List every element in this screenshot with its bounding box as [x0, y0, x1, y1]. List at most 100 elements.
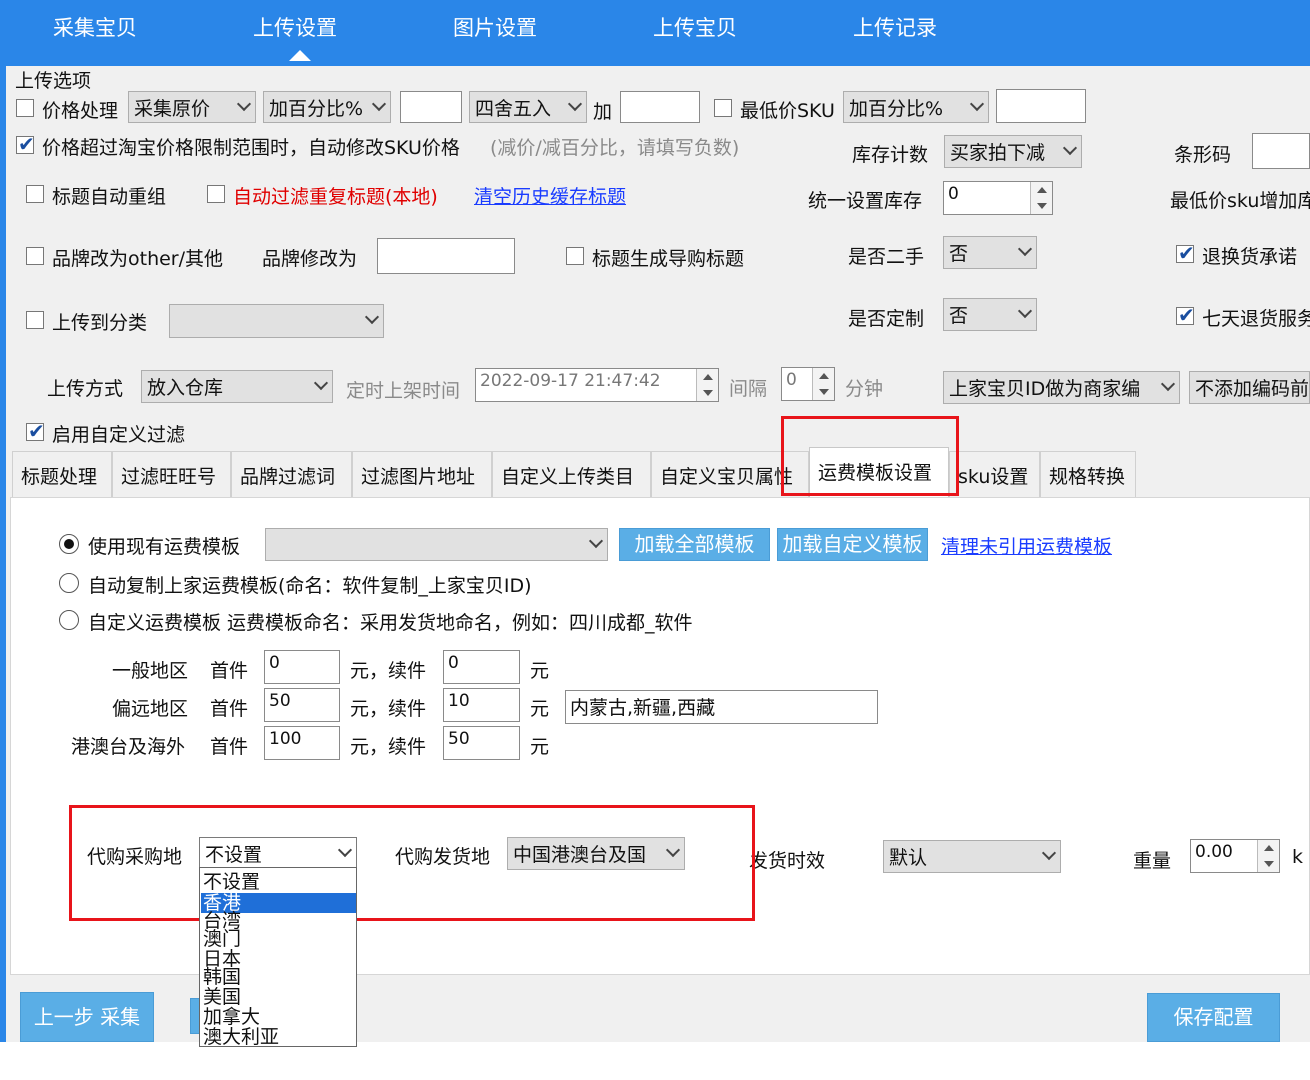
brand-other-label: 品牌改为other/其他	[52, 248, 224, 270]
chevron-down-icon	[1017, 303, 1033, 319]
second-hand-select[interactable]: 否	[943, 236, 1037, 269]
nav-tab-image-settings[interactable]: 图片设置	[453, 12, 537, 42]
dropdown-option[interactable]: 加拿大	[203, 1008, 260, 1027]
clear-title-cache-link[interactable]: 清空历史缓存标题	[474, 182, 626, 209]
prev-step-button[interactable]: 上一步 采集	[20, 992, 154, 1042]
remote-regions-input[interactable]: 内蒙古,新疆,西藏	[565, 690, 878, 724]
tab-sku-settings[interactable]: sku设置	[949, 451, 1040, 497]
remote-first-input[interactable]: 50	[264, 688, 340, 722]
dropdown-option[interactable]: 不设置	[203, 873, 260, 892]
upload-mode-label: 上传方式	[47, 378, 124, 400]
price-add-input[interactable]	[620, 91, 700, 123]
region-remote-label: 偏远地区	[112, 698, 189, 720]
existing-template-select[interactable]	[265, 528, 608, 561]
title-guide-checkbox[interactable]	[566, 247, 584, 265]
remote-cont-input[interactable]: 10	[443, 688, 520, 722]
tab-spec-convert[interactable]: 规格转换	[1040, 451, 1136, 497]
brand-change-input[interactable]	[377, 238, 515, 274]
dropdown-option[interactable]: 美国	[203, 988, 241, 1007]
price-mode-value: 加百分比%	[269, 98, 364, 120]
ship-time-value: 默认	[889, 847, 928, 869]
weight-spinner[interactable]: 0.00	[1190, 839, 1280, 873]
custom-made-label: 是否定制	[848, 308, 925, 330]
yuan-cont-label: 元，续件	[350, 660, 427, 682]
price-process-checkbox[interactable]	[16, 99, 34, 117]
min-sku-mode-select[interactable]: 加百分比%	[843, 91, 989, 123]
custom-filter-checkbox[interactable]	[26, 419, 45, 443]
general-cont-input[interactable]: 0	[443, 650, 520, 684]
settings-tab-bar: 标题处理 过滤旺旺号 品牌过滤词 过滤图片地址 自定义上传类目 自定义宝贝属性 …	[12, 447, 1310, 497]
price-value-input[interactable]	[400, 91, 462, 123]
spinner-arrows-icon[interactable]	[696, 369, 718, 401]
radio-existing-template[interactable]	[59, 534, 79, 554]
overseas-cont-input[interactable]: 50	[443, 726, 520, 760]
min-sku-label: 最低价SKU	[740, 100, 835, 122]
nav-tab-upload-items[interactable]: 上传宝贝	[653, 12, 737, 42]
stock-count-label: 库存计数	[852, 144, 929, 166]
return-promise-checkbox[interactable]	[1176, 241, 1195, 265]
title-regroup-checkbox[interactable]	[26, 185, 44, 203]
seven-day-return-label: 七天退货服务	[1202, 308, 1310, 330]
interval-spinner[interactable]: 0	[781, 367, 835, 401]
filter-dup-title-checkbox[interactable]	[207, 185, 225, 203]
min-sku-value-input[interactable]	[996, 89, 1086, 123]
radio-copy-template[interactable]	[59, 573, 79, 593]
upload-mode-select[interactable]: 放入仓库	[141, 370, 333, 403]
nav-tab-upload-records[interactable]: 上传记录	[853, 12, 937, 42]
clean-unused-templates-link[interactable]: 清理未引用运费模板	[941, 532, 1112, 559]
stock-count-select[interactable]: 买家拍下减	[944, 135, 1082, 168]
interval-label: 间隔	[729, 378, 768, 400]
price-source-select[interactable]: 采集原价	[128, 91, 256, 123]
price-rounding-select[interactable]: 四舍五入	[469, 91, 587, 123]
auto-fix-sku-label: 价格超过淘宝价格限制范围时，自动修改SKU价格	[42, 137, 460, 159]
yuan-cont-label: 元，续件	[350, 736, 427, 758]
copy-template-label: 自动复制上家运费模板(命名：软件复制_上家宝贝ID)	[88, 575, 532, 597]
overseas-first-input[interactable]: 100	[264, 726, 340, 760]
nav-tab-upload-settings[interactable]: 上传设置	[253, 12, 337, 42]
timer-datetime-value: 2022-09-17 21:47:42	[480, 371, 661, 391]
spinner-arrows-icon[interactable]	[1030, 182, 1052, 214]
spinner-arrows-icon[interactable]	[1257, 840, 1279, 872]
dropdown-option[interactable]: 澳门	[203, 930, 241, 949]
weight-unit-label: k	[1292, 846, 1304, 868]
tab-filter-image-url[interactable]: 过滤图片地址	[352, 451, 492, 497]
price-source-value: 采集原价	[134, 98, 211, 120]
second-hand-label: 是否二手	[848, 246, 925, 268]
min-sku-checkbox[interactable]	[714, 99, 732, 117]
spinner-arrows-icon[interactable]	[812, 368, 834, 400]
dropdown-option[interactable]: 澳大利亚	[203, 1028, 279, 1047]
general-first-input[interactable]: 0	[264, 650, 340, 684]
load-custom-templates-button[interactable]: 加载自定义模板	[777, 528, 928, 561]
ship-time-select[interactable]: 默认	[883, 840, 1061, 873]
seven-day-return-checkbox[interactable]	[1176, 303, 1195, 327]
price-mode-select[interactable]: 加百分比%	[263, 91, 391, 123]
barcode-input[interactable]	[1252, 133, 1310, 169]
save-config-button[interactable]: 保存配置	[1147, 993, 1280, 1042]
upload-category-select[interactable]	[169, 304, 384, 338]
weight-value: 0.00	[1195, 842, 1233, 862]
dropdown-option[interactable]: 韩国	[203, 968, 241, 987]
bottom-blank-area	[0, 1042, 1310, 1080]
region-general-label: 一般地区	[112, 660, 189, 682]
merchant-code-select[interactable]: 上家宝贝ID做为商家编	[943, 371, 1180, 404]
unified-stock-spinner[interactable]: 0	[943, 181, 1053, 215]
yuan-label: 元	[530, 660, 550, 682]
purchase-place-dropdown: 不设置 香港 台湾 澳门 日本 韩国 美国 加拿大 澳大利亚	[199, 867, 357, 1047]
timer-datetime-spinner[interactable]: 2022-09-17 21:47:42	[475, 368, 719, 402]
radio-custom-template[interactable]	[59, 610, 79, 630]
code-prefix-select[interactable]: 不添加编码前缀	[1189, 371, 1310, 404]
brand-other-checkbox[interactable]	[26, 247, 44, 265]
tab-filter-wangwang[interactable]: 过滤旺旺号	[112, 451, 231, 497]
filter-dup-title-label: 自动过滤重复标题(本地)	[233, 186, 438, 208]
tab-custom-category[interactable]: 自定义上传类目	[492, 451, 651, 497]
tab-title-process[interactable]: 标题处理	[12, 451, 112, 497]
custom-made-select[interactable]: 否	[943, 298, 1037, 331]
load-all-templates-button[interactable]: 加载全部模板	[619, 528, 770, 561]
upload-category-checkbox[interactable]	[26, 311, 44, 329]
nav-tab-collect[interactable]: 采集宝贝	[53, 12, 137, 42]
chevron-down-icon	[588, 533, 604, 549]
tab-brand-filter[interactable]: 品牌过滤词	[231, 451, 352, 497]
minutes-label: 分钟	[845, 378, 884, 400]
existing-template-label: 使用现有运费模板	[88, 536, 241, 558]
auto-fix-sku-checkbox[interactable]	[16, 132, 35, 156]
